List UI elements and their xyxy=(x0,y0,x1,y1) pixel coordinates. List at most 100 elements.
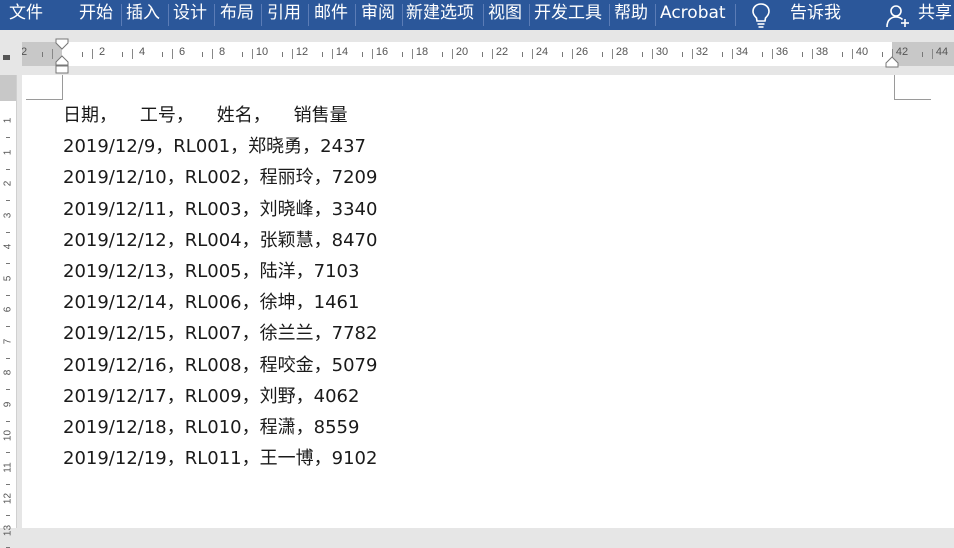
tab-design[interactable]: 设计 xyxy=(173,0,207,30)
doc-data-line[interactable]: 2019/12/13，RL005，陆洋，7103 xyxy=(63,261,359,283)
ruler-number: 40 xyxy=(855,46,869,58)
ruler-number: 16 xyxy=(375,46,389,58)
tab-new-options[interactable]: 新建选项 xyxy=(406,0,474,30)
ruler-bar xyxy=(292,49,293,59)
ruler-tick xyxy=(562,52,563,57)
vertical-ruler-number: 5 xyxy=(2,275,14,281)
margin-corner-top-left xyxy=(26,75,63,100)
vertical-ruler-number: 2 xyxy=(2,180,14,187)
tab-help[interactable]: 帮助 xyxy=(614,0,648,30)
doc-data-line[interactable]: 2019/12/16，RL008，程咬金，5079 xyxy=(63,355,377,377)
ruler-tick xyxy=(242,52,243,57)
doc-data-line[interactable]: 2019/12/19，RL011，王一博，9102 xyxy=(63,448,377,470)
ruler-number: 14 xyxy=(335,46,349,58)
ruler-number: 34 xyxy=(735,46,749,58)
ruler-bar xyxy=(332,49,333,59)
doc-data-line[interactable]: 2019/12/12，RL004，张颖慧，8470 xyxy=(63,230,377,252)
vertical-ruler[interactable]: 1 1 2 3 4 5 6 7 8 9 10 11 12 13 xyxy=(0,75,17,548)
ruler-tick xyxy=(482,52,483,57)
ruler-corner-icon[interactable] xyxy=(2,52,12,62)
ruler-tick xyxy=(682,52,683,57)
tab-acrobat[interactable]: Acrobat xyxy=(660,0,726,30)
vertical-ruler-number: 11 xyxy=(2,461,14,473)
doc-data-line[interactable]: 2019/12/9，RL001，郑晓勇，2437 xyxy=(63,136,366,158)
ruler-tick xyxy=(82,52,83,57)
vertical-ruler-tick xyxy=(6,420,10,422)
doc-header-line[interactable]: 日期， 工号， 姓名， 销售量 xyxy=(63,105,348,127)
tab-file[interactable]: 文件 xyxy=(9,0,43,30)
ruler-tick xyxy=(402,52,403,57)
ruler-bar xyxy=(852,49,853,59)
doc-data-line[interactable]: 2019/12/15，RL007，徐兰兰，7782 xyxy=(63,323,377,345)
tab-review[interactable]: 审阅 xyxy=(361,0,395,30)
ruler-bar xyxy=(52,49,53,59)
tab-separator xyxy=(735,4,736,26)
first-line-indent-marker[interactable] xyxy=(55,38,69,76)
ruler-tick xyxy=(722,52,723,57)
tab-layout[interactable]: 布局 xyxy=(220,0,254,30)
vertical-ruler-top-margin xyxy=(0,75,16,101)
vertical-ruler-tick xyxy=(6,263,10,264)
ruler-bar xyxy=(932,49,933,59)
vertical-ruler-tick xyxy=(6,137,10,138)
ruler-number: 2 xyxy=(98,46,106,58)
doc-data-line[interactable]: 2019/12/18，RL010，程潇，8559 xyxy=(63,417,359,439)
ruler-bar xyxy=(212,49,213,59)
ruler-bar xyxy=(772,49,773,59)
ruler-bar xyxy=(452,49,453,59)
vertical-ruler-number: 7 xyxy=(2,338,14,344)
ruler-number: 30 xyxy=(655,46,669,58)
ruler-bar xyxy=(172,49,173,59)
tab-separator xyxy=(402,4,403,26)
ruler-tick xyxy=(602,52,603,57)
ruler-bar xyxy=(412,49,413,59)
vertical-ruler-number: 3 xyxy=(2,212,14,218)
ruler-bar xyxy=(812,49,813,59)
doc-data-line[interactable]: 2019/12/17，RL009，刘野，4062 xyxy=(63,386,359,408)
tab-separator xyxy=(308,4,309,26)
ruler-bar xyxy=(132,49,133,59)
tab-home[interactable]: 开始 xyxy=(79,0,113,30)
ruler-number: 20 xyxy=(455,46,469,58)
ribbon-tab-bar: 文件 开始 插入 设计 布局 引用 邮件 审阅 新建选项 视图 开发工具 帮助 … xyxy=(0,0,954,30)
ruler-number: 24 xyxy=(535,46,549,58)
vertical-ruler-tick xyxy=(6,357,10,359)
ruler-number: 4 xyxy=(138,46,146,58)
tab-separator xyxy=(483,4,484,26)
tab-mailings[interactable]: 邮件 xyxy=(314,0,348,30)
ruler-number: 36 xyxy=(775,46,789,58)
vertical-ruler-tick xyxy=(6,483,10,485)
tell-me-search[interactable]: 告诉我 xyxy=(790,0,841,30)
share-user-icon[interactable] xyxy=(886,3,910,29)
vertical-ruler-number: 10 xyxy=(2,429,14,442)
right-indent-marker[interactable] xyxy=(885,56,899,70)
vertical-ruler-tick xyxy=(6,515,10,516)
vertical-ruler-number: 13 xyxy=(2,524,14,536)
doc-data-line[interactable]: 2019/12/10，RL002，程丽玲，7209 xyxy=(63,167,377,189)
ruler-tick xyxy=(762,52,763,57)
lightbulb-icon[interactable] xyxy=(750,1,772,29)
ruler-number: 2 xyxy=(22,46,28,58)
ruler-bar xyxy=(372,49,373,59)
ruler-tick xyxy=(322,52,323,57)
vertical-ruler-tick xyxy=(6,200,10,201)
document-page[interactable]: 日期， 工号， 姓名， 销售量 2019/12/9，RL001，郑晓勇，2437 2… xyxy=(22,75,954,528)
tab-insert[interactable]: 插入 xyxy=(126,0,160,30)
doc-data-line[interactable]: 2019/12/11，RL003，刘晓峰，3340 xyxy=(63,199,377,221)
share-button[interactable]: 共享 xyxy=(918,0,952,30)
ruler-number: 38 xyxy=(815,46,829,58)
tab-developer[interactable]: 开发工具 xyxy=(534,0,602,30)
tab-separator xyxy=(529,4,530,26)
tab-references[interactable]: 引用 xyxy=(267,0,301,30)
horizontal-ruler[interactable]: 2 2 4 6 8 10 12 14 16 18 20 22 24 26 28 30 32 34 36 38 40 42 4… xyxy=(22,42,954,66)
vertical-ruler-number: 1 xyxy=(2,117,14,124)
ruler-number: 18 xyxy=(415,46,429,58)
ruler-tick xyxy=(282,52,283,57)
tab-separator xyxy=(214,4,215,26)
vertical-ruler-tick xyxy=(6,389,10,390)
vertical-ruler-tick xyxy=(6,294,10,296)
tab-separator xyxy=(655,4,656,26)
doc-data-line[interactable]: 2019/12/14，RL006，徐坤，1461 xyxy=(63,292,359,314)
tab-separator xyxy=(261,4,262,26)
tab-view[interactable]: 视图 xyxy=(488,0,522,30)
